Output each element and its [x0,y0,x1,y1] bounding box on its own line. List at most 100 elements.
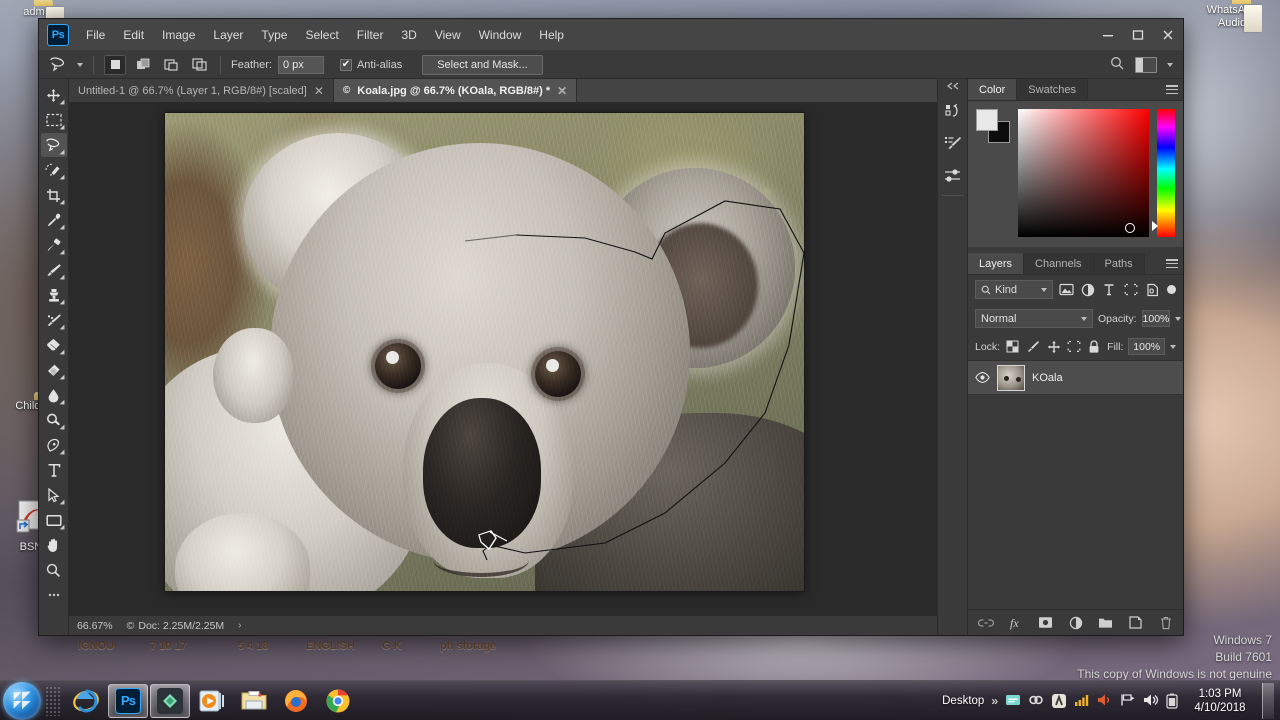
lock-all-icon[interactable] [1087,339,1102,355]
anti-alias-toggle[interactable]: ✔ Anti-alias [339,58,402,71]
filter-toggle-icon[interactable] [1167,285,1176,294]
subtract-from-selection-button[interactable] [160,55,182,75]
action-center-icon[interactable] [1005,693,1021,709]
menu-window[interactable]: Window [470,24,531,46]
pixel-filter-icon[interactable] [1058,281,1074,298]
workspace-icon[interactable] [1135,56,1157,73]
blend-mode-select[interactable]: Normal [975,309,1093,328]
quick-selection-tool[interactable] [41,158,67,182]
history-brush-tool[interactable] [41,308,67,332]
fill-chevron-down-icon[interactable] [1170,344,1177,349]
tab-swatches[interactable]: Swatches [1017,79,1088,100]
lock-image-icon[interactable] [1026,339,1041,355]
status-expand-icon[interactable]: › [238,620,241,631]
taskbar-file-explorer[interactable] [234,684,274,718]
show-desktop-button[interactable] [1262,682,1274,719]
layer-list[interactable]: KOala [968,360,1183,609]
menu-view[interactable]: View [426,24,470,46]
feather-input[interactable]: 0 px [277,55,324,74]
eye-icon[interactable] [974,370,990,386]
workspace-chevron-down-icon[interactable] [1167,62,1173,67]
hand-tool[interactable] [41,533,67,557]
new-group-icon[interactable] [1098,615,1114,631]
menu-select[interactable]: Select [296,24,347,46]
gradient-tool[interactable] [41,358,67,382]
tab-channels[interactable]: Channels [1024,253,1094,274]
taskbar-app-green[interactable] [150,683,190,718]
tab-untitled-1[interactable]: Untitled-1 @ 66.7% (Layer 1, RGB/8#) [sc… [69,79,334,102]
close-icon[interactable]: ✕ [557,85,567,97]
canvas-viewport[interactable] [69,103,937,615]
crop-tool[interactable] [41,183,67,207]
healing-brush-tool[interactable] [41,233,67,257]
opacity-chevron-down-icon[interactable] [1175,316,1182,321]
zoom-tool[interactable] [41,558,67,582]
volume-icon[interactable] [1143,693,1159,709]
network-link-icon[interactable] [1028,693,1044,709]
chevron-down-icon[interactable] [1081,316,1087,321]
tab-layers[interactable]: Layers [968,253,1025,274]
marquee-tool[interactable] [41,108,67,132]
menu-image[interactable]: Image [153,24,204,46]
layer-name[interactable]: KOala [1032,372,1063,384]
start-button[interactable] [3,681,41,720]
maximize-button[interactable] [1123,19,1153,51]
adjustment-layer-icon[interactable] [1068,615,1084,631]
desktop-icon-whatsapp-audio[interactable]: WhatsApp Audio [1195,2,1269,30]
select-and-mask-button[interactable]: Select and Mask... [422,54,543,75]
shape-filter-icon[interactable] [1122,281,1138,298]
lock-transparency-icon[interactable] [1005,339,1020,355]
path-selection-tool[interactable] [41,483,67,507]
tab-color[interactable]: Color [968,79,1018,100]
close-icon[interactable]: ✕ [314,85,324,97]
brush-tool[interactable] [41,258,67,282]
close-button[interactable] [1153,19,1183,51]
add-to-selection-button[interactable] [132,55,154,75]
signal-strength-icon[interactable] [1074,693,1090,709]
new-selection-button[interactable] [104,54,126,75]
menu-filter[interactable]: Filter [348,24,393,46]
pen-tool[interactable] [41,433,67,457]
desktop-icon-adm[interactable]: adm [2,4,66,19]
lock-artboard-icon[interactable] [1066,339,1081,355]
link-layers-icon[interactable] [977,615,994,631]
collapse-panels-icon[interactable] [946,79,960,93]
menu-file[interactable]: File [77,24,114,46]
lasso-tool[interactable] [40,133,67,157]
more-tools-button[interactable] [41,583,67,607]
foreground-color-swatch[interactable] [976,109,998,131]
eraser-tool[interactable] [41,333,67,357]
shape-tool[interactable] [41,508,67,532]
menu-3d[interactable]: 3D [392,24,425,46]
search-icon[interactable] [1110,56,1125,74]
color-panel-menu-icon[interactable] [1161,79,1183,100]
lasso-icon[interactable] [45,54,71,76]
intersect-selection-button[interactable] [188,55,210,75]
antivirus-icon[interactable] [1051,693,1067,709]
adjustment-filter-icon[interactable] [1079,281,1095,298]
hue-slider[interactable] [1152,109,1175,237]
color-swatches[interactable] [976,109,1010,143]
image-canvas[interactable] [165,113,804,591]
volume-muted-icon[interactable] [1097,693,1113,709]
history-panel-icon[interactable] [940,99,966,125]
show-desktop-label[interactable]: Desktop [942,695,984,707]
layer-mask-icon[interactable] [1038,615,1054,631]
tab-paths[interactable]: Paths [1093,253,1145,274]
taskbar-chrome[interactable] [318,684,358,718]
menu-layer[interactable]: Layer [204,24,252,46]
blur-tool[interactable] [41,383,67,407]
type-filter-icon[interactable] [1101,281,1117,298]
flag-icon[interactable] [1120,693,1136,709]
fill-value[interactable]: 100% [1128,338,1166,355]
tool-preset-chevron-down-icon[interactable] [77,62,83,67]
menu-help[interactable]: Help [530,24,573,46]
brush-presets-panel-icon[interactable] [940,131,966,157]
color-field[interactable] [1018,109,1149,237]
chevron-down-icon[interactable] [1041,287,1047,292]
layer-style-icon[interactable]: fx [1008,615,1024,631]
layer-row-koala[interactable]: KOala [968,361,1183,395]
battery-icon[interactable] [1166,693,1182,709]
smart-object-filter-icon[interactable] [1144,281,1160,298]
tray-overflow-icon[interactable]: » [991,694,998,708]
